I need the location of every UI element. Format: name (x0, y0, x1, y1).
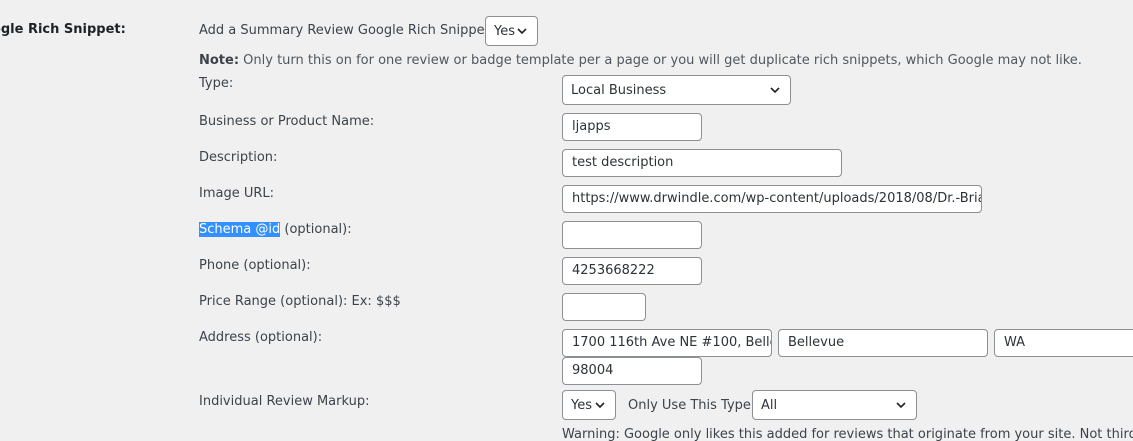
type-select-value: Local Business (571, 82, 667, 98)
note-text: Only turn this on for one review or badg… (239, 53, 1082, 68)
schema-id-label: Schema @id (optional): (199, 222, 352, 237)
summary-note: Note: Only turn this on for one review o… (199, 53, 1082, 68)
description-input[interactable]: test description (562, 149, 842, 177)
individual-warning: Warning: Google only likes this added fo… (562, 427, 1133, 441)
schema-id-input[interactable] (562, 221, 702, 249)
chevron-down-icon (595, 402, 605, 409)
schema-id-label-selected: Schema @id (199, 222, 281, 237)
type-label: Type: (199, 76, 234, 91)
schema-id-label-rest: (optional): (280, 222, 352, 237)
name-input[interactable]: ljapps (562, 113, 702, 141)
settings-page: oogle Rich Snippet: Add a Summary Review… (0, 0, 1133, 441)
name-label: Business or Product Name: (199, 114, 375, 129)
type-select[interactable]: Local Business (562, 75, 791, 105)
price-range-label: Price Range (optional): Ex: $$$ (199, 294, 401, 309)
address-label: Address (optional): (199, 330, 323, 345)
section-label: oogle Rich Snippet: (0, 22, 126, 37)
individual-select[interactable]: Yes (562, 390, 616, 420)
only-use-label: Only Use This Type: (628, 398, 756, 413)
image-url-label: Image URL: (199, 186, 275, 201)
chevron-down-icon (517, 28, 527, 35)
address-street-input[interactable]: 1700 116th Ave NE #100, Bellev (562, 329, 772, 357)
individual-label: Individual Review Markup: (199, 394, 370, 409)
summary-select-value: Yes (494, 23, 515, 39)
summary-question: Add a Summary Review Google Rich Snippet… (199, 23, 497, 38)
description-label: Description: (199, 150, 278, 165)
only-use-select[interactable]: All (752, 390, 917, 420)
phone-input[interactable]: 4253668222 (562, 257, 702, 285)
only-use-select-value: All (761, 397, 778, 413)
summary-select[interactable]: Yes (485, 16, 538, 46)
note-bold: Note: (199, 53, 240, 68)
chevron-down-icon (896, 402, 906, 409)
address-state-input[interactable]: WA (994, 329, 1133, 357)
image-url-input[interactable]: https://www.drwindle.com/wp-content/uplo… (562, 185, 982, 213)
phone-label: Phone (optional): (199, 258, 311, 273)
address-city-input[interactable]: Bellevue (778, 329, 988, 357)
individual-select-value: Yes (571, 397, 592, 413)
price-range-input[interactable] (562, 293, 646, 321)
address-zip-input[interactable]: 98004 (562, 357, 702, 385)
chevron-down-icon (770, 87, 780, 94)
